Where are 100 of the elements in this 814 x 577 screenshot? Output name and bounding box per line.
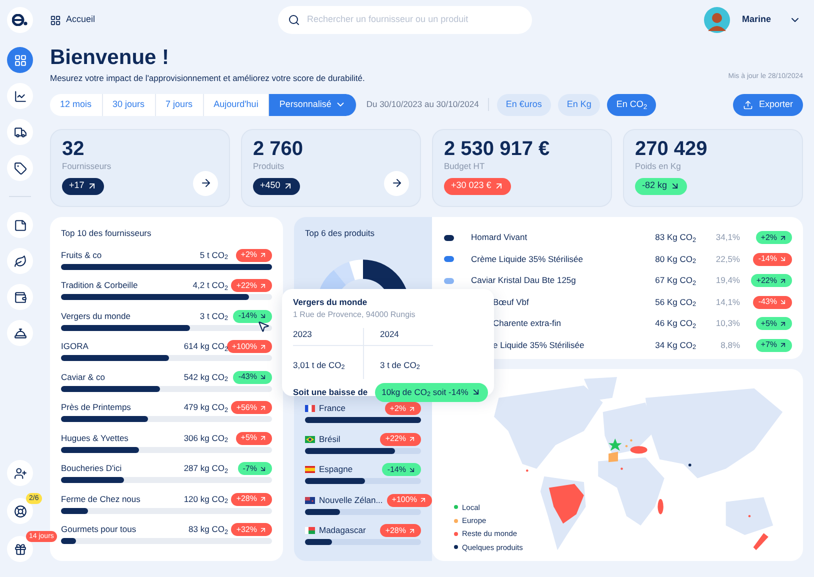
tooltip-summary: Soit une baisse de bbox=[293, 386, 368, 398]
period-tab[interactable]: Personnalisé bbox=[269, 94, 358, 116]
product-emission: 46 Kg CO$_{2}$ bbox=[654, 317, 696, 330]
user-name[interactable]: Marine bbox=[742, 13, 771, 27]
year-header: 2024 bbox=[363, 328, 433, 346]
product-emission: 34 Kg CO$_{2}$ bbox=[654, 338, 696, 352]
kpi-delta-badge: +30 023 € bbox=[444, 178, 512, 194]
page-title: Bienvenue ! bbox=[50, 46, 170, 70]
arrow-right-icon bbox=[390, 177, 402, 190]
period-tab[interactable]: 7 jours bbox=[156, 94, 204, 116]
trend-badge: -14% bbox=[233, 310, 272, 322]
supplier-emission: 120 kg CO$_{2}$ bbox=[184, 492, 228, 506]
search-field[interactable]: Rechercher un fournisseur ou un produit bbox=[278, 6, 532, 34]
trend-badge: +32% bbox=[231, 523, 272, 536]
date-range: Du 30/10/2023 au 30/10/2024 bbox=[357, 98, 489, 112]
reduction-badge: 10kg de CO$_{2}$ soit -14% bbox=[374, 382, 488, 402]
kpi-label: Fournisseurs bbox=[62, 160, 112, 172]
trend-badge: -14% bbox=[753, 252, 792, 266]
cursor-icon bbox=[257, 320, 270, 333]
kpi-delta-badge: -82 kg bbox=[635, 178, 688, 194]
export-button[interactable]: Exporter bbox=[732, 94, 803, 116]
trend-badge: -7% bbox=[238, 462, 272, 475]
year-value: 3 t de CO$_{2}$ bbox=[380, 360, 420, 370]
product-emission: 56 Kg CO$_{2}$ bbox=[654, 296, 696, 308]
trend-badge: +100% bbox=[386, 494, 432, 507]
unit-toggle[interactable]: En CO$_{2}$ bbox=[607, 94, 656, 116]
supplier-name[interactable]: Fruits & co bbox=[61, 248, 200, 262]
country-name: Brésil bbox=[319, 432, 342, 446]
product-name[interactable]: Caviar Kristal Dau Bte 125g bbox=[471, 274, 636, 287]
country-name: Espagne bbox=[319, 463, 354, 476]
country-name: France bbox=[319, 402, 346, 416]
bell-icon[interactable] bbox=[7, 320, 33, 346]
tooltip-title: Vergers du monde bbox=[293, 296, 368, 309]
supplier-name[interactable]: Vergers du monde bbox=[61, 310, 200, 322]
supplier-name[interactable]: Près de Printemps bbox=[61, 401, 184, 414]
arrow-right-button[interactable] bbox=[384, 170, 409, 196]
trend-badge: +2% bbox=[384, 402, 421, 416]
period-tab[interactable]: 30 jours bbox=[102, 94, 156, 116]
product-emission: 67 Kg CO$_{2}$ bbox=[654, 274, 696, 287]
product-name[interactable]: Homard Vivant bbox=[471, 231, 636, 244]
supplier-name[interactable]: Ferme de Chez nous bbox=[61, 492, 184, 506]
product-emission: 83 Kg CO$_{2}$ bbox=[654, 231, 696, 244]
flag-icon bbox=[305, 436, 315, 443]
period-tab[interactable]: 12 mois bbox=[50, 94, 103, 116]
trend-badge: -43% bbox=[233, 370, 272, 384]
country-name: Nouvelle Zélan... bbox=[319, 494, 383, 507]
supplier-emission: 4,2 t CO$_{2}$ bbox=[192, 279, 228, 292]
upload-icon bbox=[742, 100, 753, 110]
card-title: Top 6 des produits bbox=[305, 226, 376, 240]
supplier-name[interactable]: Gourmets pour tous bbox=[61, 523, 189, 536]
search-input[interactable]: Rechercher un fournisseur ou un produit bbox=[307, 13, 522, 27]
flag-icon bbox=[305, 527, 315, 534]
supplier-emission: 542 kg CO$_{2}$ bbox=[184, 370, 228, 384]
supplier-emission: 306 kg CO$_{2}$ bbox=[184, 432, 228, 444]
flag-icon bbox=[305, 405, 315, 412]
supplier-name[interactable]: IGORA bbox=[61, 340, 184, 353]
supplier-name[interactable]: Hugues & Yvettes bbox=[61, 432, 184, 444]
arrow-right-button[interactable] bbox=[193, 170, 218, 196]
kpi-label: Poids en Kg bbox=[635, 160, 682, 172]
product-emission: 80 Kg CO$_{2}$ bbox=[654, 252, 696, 266]
wallet-icon[interactable] bbox=[7, 284, 33, 310]
trend-badge: +7% bbox=[756, 338, 792, 352]
page-subtitle: Mesurez votre impact de l'approvisionnement et améliorez votre score de durabilité. bbox=[50, 72, 365, 85]
tooltip-address: 1 Rue de Provence, 94000 Rungis bbox=[293, 308, 416, 321]
card-title: Top 10 des fournisseurs bbox=[61, 226, 152, 240]
tag-icon[interactable] bbox=[7, 155, 33, 181]
logo-icon[interactable] bbox=[7, 7, 33, 33]
supplier-name[interactable]: Tradition & Corbeille bbox=[61, 279, 193, 292]
arrow-right-icon bbox=[200, 177, 212, 190]
breadcrumb[interactable]: Accueil bbox=[66, 13, 96, 27]
year-value: 3,01 t de CO$_{2}$ bbox=[293, 360, 345, 370]
kpi-value: 270 429 bbox=[635, 138, 708, 160]
avatar[interactable] bbox=[704, 7, 730, 33]
user-plus-icon[interactable] bbox=[7, 460, 33, 486]
trend-badge: +22% bbox=[231, 279, 272, 292]
trend-badge: +2% bbox=[236, 248, 272, 262]
product-name[interactable]: Crème Liquide 35% Stérilisée bbox=[471, 252, 636, 266]
supplier-emission: 287 kg CO$_{2}$ bbox=[184, 462, 228, 475]
flag-icon bbox=[305, 466, 315, 474]
kpi-label: Produits bbox=[253, 160, 286, 172]
supplier-emission: 3 t CO$_{2}$ bbox=[200, 310, 228, 322]
search-icon bbox=[288, 14, 300, 26]
gift-icon[interactable] bbox=[7, 536, 33, 562]
trend-badge: +5% bbox=[756, 317, 792, 330]
trend-badge: +56% bbox=[231, 401, 272, 414]
kpi-delta-badge: +17 bbox=[62, 178, 104, 194]
supplier-name[interactable]: Caviar & co bbox=[61, 370, 184, 384]
grid-icon[interactable] bbox=[7, 47, 33, 73]
chart-icon[interactable] bbox=[7, 83, 33, 109]
note-icon[interactable] bbox=[7, 212, 33, 238]
truck-icon[interactable] bbox=[7, 119, 33, 145]
supplier-name[interactable]: Boucheries D'ici bbox=[61, 462, 184, 475]
trend-badge: +22% bbox=[380, 432, 421, 446]
kpi-delta-badge: +450 bbox=[253, 178, 300, 194]
flag-icon bbox=[305, 496, 315, 504]
supplier-emission: 614 kg CO$_{2}$ bbox=[184, 340, 228, 353]
kpi-value: 32 bbox=[62, 138, 86, 160]
year-header: 2023 bbox=[293, 328, 363, 346]
leaf-icon[interactable] bbox=[7, 248, 33, 274]
product-share: 22,5% bbox=[714, 252, 740, 266]
